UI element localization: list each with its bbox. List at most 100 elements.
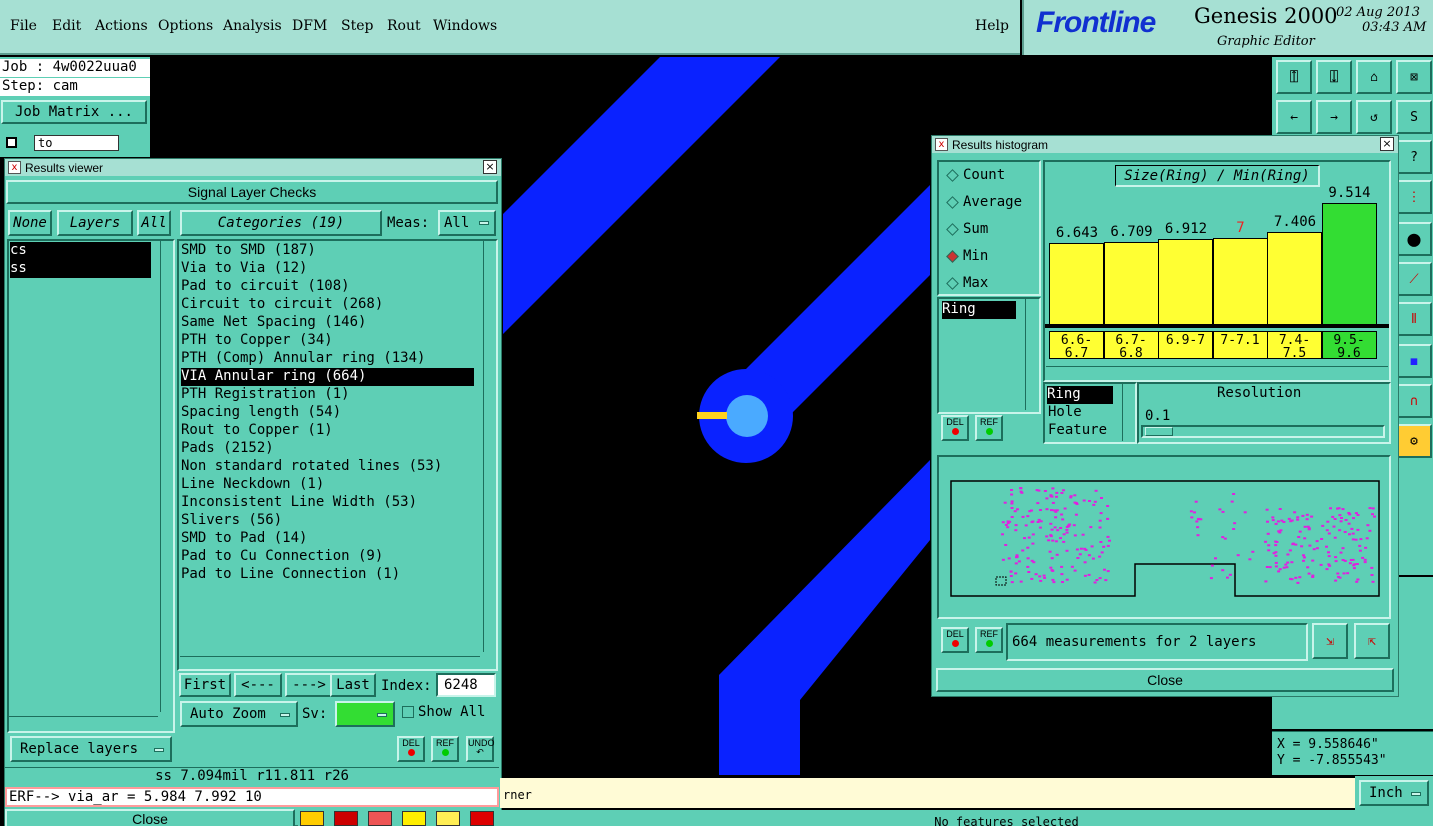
mode-label-max[interactable]: Max (963, 275, 988, 291)
board-map-svg[interactable] (939, 457, 1389, 617)
layers-scrollbar-v[interactable] (160, 240, 173, 712)
menu-dfm[interactable]: DFM (292, 18, 327, 34)
category-item[interactable]: Slivers (56) (181, 512, 474, 530)
category-item[interactable]: Non standard rotated lines (53) (181, 458, 474, 476)
help-icon[interactable]: ? (1396, 140, 1432, 174)
map-ref-button[interactable]: REF (975, 627, 1003, 653)
tool-icon-1[interactable] (300, 811, 324, 826)
histogram-bar[interactable] (1212, 238, 1268, 325)
first-button[interactable]: First (179, 673, 231, 697)
category-item[interactable]: Pad to circuit (108) (181, 278, 474, 296)
map-del-button[interactable]: DEL (941, 627, 969, 653)
category-item[interactable]: Spacing length (54) (181, 404, 474, 422)
category-item[interactable]: Same Net Spacing (146) (181, 314, 474, 332)
layers-button[interactable]: Layers (57, 210, 133, 236)
arch-icon[interactable]: ∩ (1396, 384, 1432, 418)
right-arrow-icon[interactable]: → (1316, 100, 1352, 134)
layers-list[interactable] (7, 239, 175, 733)
save-icon[interactable]: ⍗ (1316, 60, 1352, 94)
open-job-icon[interactable]: ⍐ (1276, 60, 1312, 94)
categories-button[interactable]: Categories (19) (180, 210, 382, 236)
results-close-button[interactable]: Close (5, 809, 295, 826)
menu-help[interactable]: Help (975, 18, 1009, 34)
layer-item-ss[interactable]: ss (10, 260, 151, 278)
snake-icon[interactable]: S (1396, 100, 1432, 134)
to-checkbox[interactable] (6, 137, 17, 148)
tool-icon-5[interactable] (436, 811, 460, 826)
to-field[interactable]: to (34, 135, 119, 151)
job-matrix-button[interactable]: Job Matrix ... (1, 100, 147, 124)
left-arrow-icon[interactable]: ← (1276, 100, 1312, 134)
histogram-titlebar[interactable]: x Results histogram (932, 136, 1398, 153)
window-grid-icon[interactable]: ⊠ (1396, 60, 1432, 94)
measure-item-ring[interactable]: Ring (942, 301, 1016, 319)
last-button[interactable]: Last (330, 673, 376, 697)
category-item[interactable]: Inconsistent Line Width (53) (181, 494, 474, 512)
next-button[interactable]: ---> (285, 673, 333, 697)
rotate-icon[interactable]: ↺ (1356, 100, 1392, 134)
undo-button[interactable]: UNDO ↶ (466, 736, 495, 762)
category-item[interactable]: Line Neckdown (1) (181, 476, 474, 494)
menu-step[interactable]: Step (341, 18, 373, 34)
category-item[interactable]: SMD to SMD (187) (181, 242, 474, 260)
layer-item-cs[interactable]: cs (10, 242, 151, 260)
chart-scrollbar-h[interactable] (1046, 366, 1388, 379)
histogram-bar[interactable] (1103, 242, 1159, 325)
close-icon[interactable]: × (1380, 137, 1394, 151)
slider-thumb[interactable] (1145, 427, 1173, 436)
categories-scrollbar-v[interactable] (483, 240, 496, 652)
histogram-bar[interactable] (1158, 239, 1213, 325)
shapes-icon[interactable]: ◼ (1396, 344, 1432, 378)
category-item[interactable]: Via to Via (12) (181, 260, 474, 278)
replace-layers-dropdown[interactable]: Replace layers (10, 736, 172, 762)
menu-edit[interactable]: Edit (52, 18, 81, 34)
hist-ref-button[interactable]: REF (975, 415, 1003, 441)
import-icon[interactable]: ⇱ (1354, 623, 1390, 659)
home-icon[interactable]: ⌂ (1356, 60, 1392, 94)
tool-icon-6[interactable] (470, 811, 494, 826)
category-item[interactable]: Rout to Copper (1) (181, 422, 474, 440)
histogram-close-button[interactable]: Close (936, 668, 1394, 692)
none-button[interactable]: None (8, 210, 52, 236)
mode-label-min[interactable]: Min (963, 248, 988, 264)
category-item[interactable]: Pad to Line Connection (1) (181, 566, 474, 584)
category-item[interactable]: Pads (2152) (181, 440, 474, 458)
tool-icon-3[interactable] (368, 811, 392, 826)
layers-scrollbar-h[interactable] (8, 716, 158, 729)
meas-dropdown[interactable]: All (438, 210, 496, 236)
all-layers-button[interactable]: All (137, 210, 171, 236)
prev-button[interactable]: <--- (234, 673, 282, 697)
menu-rout[interactable]: Rout (387, 18, 421, 34)
mode-label-count[interactable]: Count (963, 167, 1005, 183)
hist-del-button[interactable]: DEL (941, 415, 969, 441)
menu-analysis[interactable]: Analysis (223, 18, 282, 34)
category-item[interactable]: PTH Registration (1) (181, 386, 474, 404)
category-item[interactable]: Circuit to circuit (268) (181, 296, 474, 314)
categories-scrollbar-h[interactable] (180, 656, 480, 669)
del-button[interactable]: DEL (397, 736, 425, 762)
attr-item-ring[interactable]: Ring (1047, 386, 1113, 404)
results-viewer-titlebar[interactable]: x Results viewer (5, 159, 501, 176)
show-all-checkbox[interactable] (402, 706, 414, 718)
histogram-bar[interactable] (1321, 203, 1377, 325)
measure-icon[interactable]: ⚙ (1396, 424, 1432, 458)
menu-file[interactable]: File (10, 18, 37, 34)
export-icon[interactable]: ⇲ (1312, 623, 1348, 659)
nets-icon[interactable]: ⋮ (1396, 180, 1432, 214)
sv-color-dropdown[interactable] (335, 701, 395, 727)
tool-icon-4[interactable] (402, 811, 426, 826)
category-item[interactable]: Pad to Cu Connection (9) (181, 548, 474, 566)
resolution-slider[interactable] (1141, 425, 1385, 438)
menu-actions[interactable]: Actions (95, 18, 148, 34)
attr-item-feature[interactable]: Feature (1048, 422, 1107, 440)
units-dropdown[interactable]: Inch (1359, 780, 1429, 806)
category-item[interactable]: PTH (Comp) Annular ring (134) (181, 350, 474, 368)
filter-icon[interactable]: ⫴ (1396, 302, 1432, 336)
histogram-bar[interactable] (1049, 243, 1104, 325)
attr-scrollbar[interactable] (1122, 383, 1135, 441)
tool-icon-2[interactable] (334, 811, 358, 826)
category-item[interactable]: VIA Annular ring (664) (181, 368, 474, 386)
index-field[interactable]: 6248 (436, 673, 496, 697)
attr-item-hole[interactable]: Hole (1048, 404, 1082, 422)
mode-label-average[interactable]: Average (963, 194, 1022, 210)
